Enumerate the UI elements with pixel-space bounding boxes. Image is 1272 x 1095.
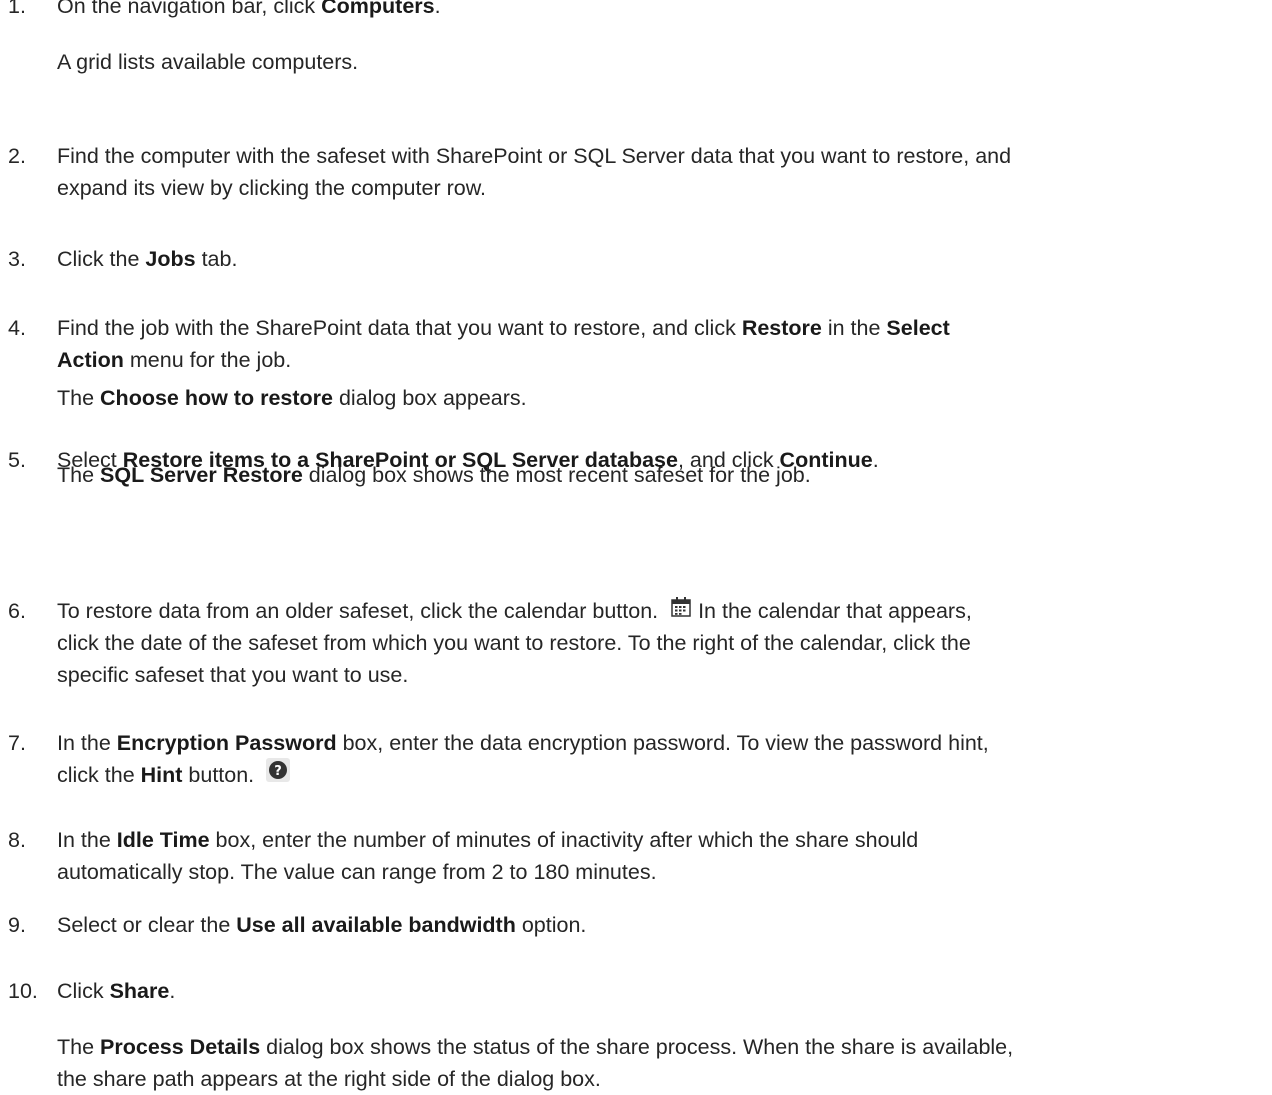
text-run: button. bbox=[182, 763, 261, 787]
bold-term: Select bbox=[886, 316, 950, 340]
text-line: A grid lists available computers. bbox=[57, 46, 1262, 78]
text-line: Click the Jobs tab. bbox=[57, 243, 1262, 275]
text-run: tab. bbox=[195, 247, 238, 271]
text-run: dialog box shows the most recent safeset… bbox=[302, 463, 811, 487]
step-text: Click the Jobs tab. bbox=[57, 243, 1262, 275]
step-number: 2. bbox=[8, 144, 26, 168]
text-line: Action menu for the job. bbox=[57, 344, 1262, 376]
bold-term: Encryption Password bbox=[116, 731, 337, 755]
step-number: 6. bbox=[8, 599, 26, 623]
text-run: dialog box shows the status of the share… bbox=[260, 1035, 1014, 1059]
svg-text:?: ? bbox=[274, 764, 282, 779]
text-run: Click the bbox=[57, 247, 146, 271]
text-line: Find the job with the SharePoint data th… bbox=[57, 312, 1262, 344]
step-number: 8. bbox=[8, 828, 26, 852]
step-number: 4. bbox=[8, 316, 26, 340]
text-run: dialog box appears. bbox=[332, 386, 527, 410]
step-result-paragraph: The SQL Server Restore dialog box shows … bbox=[57, 459, 1262, 491]
text-line: To restore data from an older safeset, c… bbox=[57, 595, 1262, 627]
text-line: expand its view by clicking the computer… bbox=[57, 172, 1262, 204]
step-text: In the Idle Time box, enter the number o… bbox=[57, 824, 1262, 888]
text-run: In the calendar that appears, bbox=[692, 599, 972, 623]
text-line: In the Encryption Password box, enter th… bbox=[57, 727, 1262, 759]
text-run: In the bbox=[57, 828, 117, 852]
bold-term: Idle Time bbox=[116, 828, 210, 852]
calendar-icon bbox=[670, 595, 692, 618]
text-run: box, enter the number of minutes of inac… bbox=[209, 828, 919, 852]
step-number: 1. bbox=[8, 0, 26, 18]
step-text: In the Encryption Password box, enter th… bbox=[57, 727, 1262, 791]
bold-term: Process Details bbox=[100, 1035, 261, 1059]
text-run: the share path appears at the right side… bbox=[57, 1067, 601, 1091]
text-run: Find the computer with the safeset with … bbox=[57, 144, 1012, 168]
text-line: Select or clear the Use all available ba… bbox=[57, 909, 1262, 941]
text-run: automatically stop. The value can range … bbox=[57, 860, 657, 884]
bold-term: Use all available bandwidth bbox=[236, 913, 516, 937]
text-line: Find the computer with the safeset with … bbox=[57, 140, 1262, 172]
text-line: specific safeset that you want to use. bbox=[57, 659, 1262, 691]
text-run: . bbox=[434, 0, 441, 18]
step-number: 3. bbox=[8, 247, 26, 271]
step-text: Click Share. bbox=[57, 975, 1262, 1007]
step-number: 7. bbox=[8, 731, 26, 755]
text-run: option. bbox=[515, 913, 587, 937]
help-icon: ? bbox=[266, 758, 291, 783]
text-run: To restore data from an older safeset, c… bbox=[57, 599, 665, 623]
bold-term: Choose how to restore bbox=[100, 386, 333, 410]
text-run: Find the job with the SharePoint data th… bbox=[57, 316, 742, 340]
text-line: click the Hint button. ? bbox=[57, 758, 1262, 791]
text-run: in the bbox=[821, 316, 887, 340]
bold-term: Restore bbox=[741, 316, 822, 340]
text-run: The bbox=[57, 1035, 101, 1059]
step-text: Find the job with the SharePoint data th… bbox=[57, 312, 1262, 376]
text-run: A grid lists available computers. bbox=[57, 50, 359, 74]
step-result-paragraph: The Process Details dialog box shows the… bbox=[57, 1031, 1262, 1095]
step-text: On the navigation bar, click Computers. bbox=[57, 0, 1262, 22]
text-run: Select or clear the bbox=[57, 913, 237, 937]
text-run: The bbox=[57, 463, 101, 487]
text-run: expand its view by clicking the computer… bbox=[57, 176, 487, 200]
text-run: click the bbox=[57, 763, 141, 787]
text-line: In the Idle Time box, enter the number o… bbox=[57, 824, 1262, 856]
bold-term: Share bbox=[109, 979, 170, 1003]
text-line: the share path appears at the right side… bbox=[57, 1063, 1262, 1095]
bold-term: SQL Server Restore bbox=[100, 463, 303, 487]
text-run: In the bbox=[57, 731, 117, 755]
text-line: Click Share. bbox=[57, 975, 1262, 1007]
text-line: On the navigation bar, click Computers. bbox=[57, 0, 1262, 22]
text-line: automatically stop. The value can range … bbox=[57, 856, 1262, 888]
text-run: click the date of the safeset from which… bbox=[57, 631, 971, 655]
bold-term: Hint bbox=[140, 763, 183, 787]
step-result-paragraph: The Choose how to restore dialog box app… bbox=[57, 382, 1262, 414]
step-text: To restore data from an older safeset, c… bbox=[57, 595, 1262, 691]
step-number: 9. bbox=[8, 913, 26, 937]
step-number: 10. bbox=[8, 979, 38, 1003]
text-run: . bbox=[169, 979, 176, 1003]
step-text: Select or clear the Use all available ba… bbox=[57, 909, 1262, 941]
step-number: 5. bbox=[8, 448, 26, 472]
bold-term: Jobs bbox=[145, 247, 196, 271]
text-run: Click bbox=[57, 979, 110, 1003]
text-run: On the navigation bar, click bbox=[57, 0, 322, 18]
text-run: menu for the job. bbox=[123, 348, 292, 372]
bold-term: Computers bbox=[321, 0, 435, 18]
text-line: click the date of the safeset from which… bbox=[57, 627, 1262, 659]
text-run: specific safeset that you want to use. bbox=[57, 663, 409, 687]
text-run: box, enter the data encryption password.… bbox=[336, 731, 989, 755]
step-text: Find the computer with the safeset with … bbox=[57, 140, 1262, 204]
step-result-paragraph: A grid lists available computers. bbox=[57, 46, 1262, 78]
text-line: The SQL Server Restore dialog box shows … bbox=[57, 459, 1262, 491]
text-line: The Process Details dialog box shows the… bbox=[57, 1031, 1262, 1063]
text-line: The Choose how to restore dialog box app… bbox=[57, 382, 1262, 414]
text-run: The bbox=[57, 386, 101, 410]
bold-term: Action bbox=[57, 348, 124, 372]
